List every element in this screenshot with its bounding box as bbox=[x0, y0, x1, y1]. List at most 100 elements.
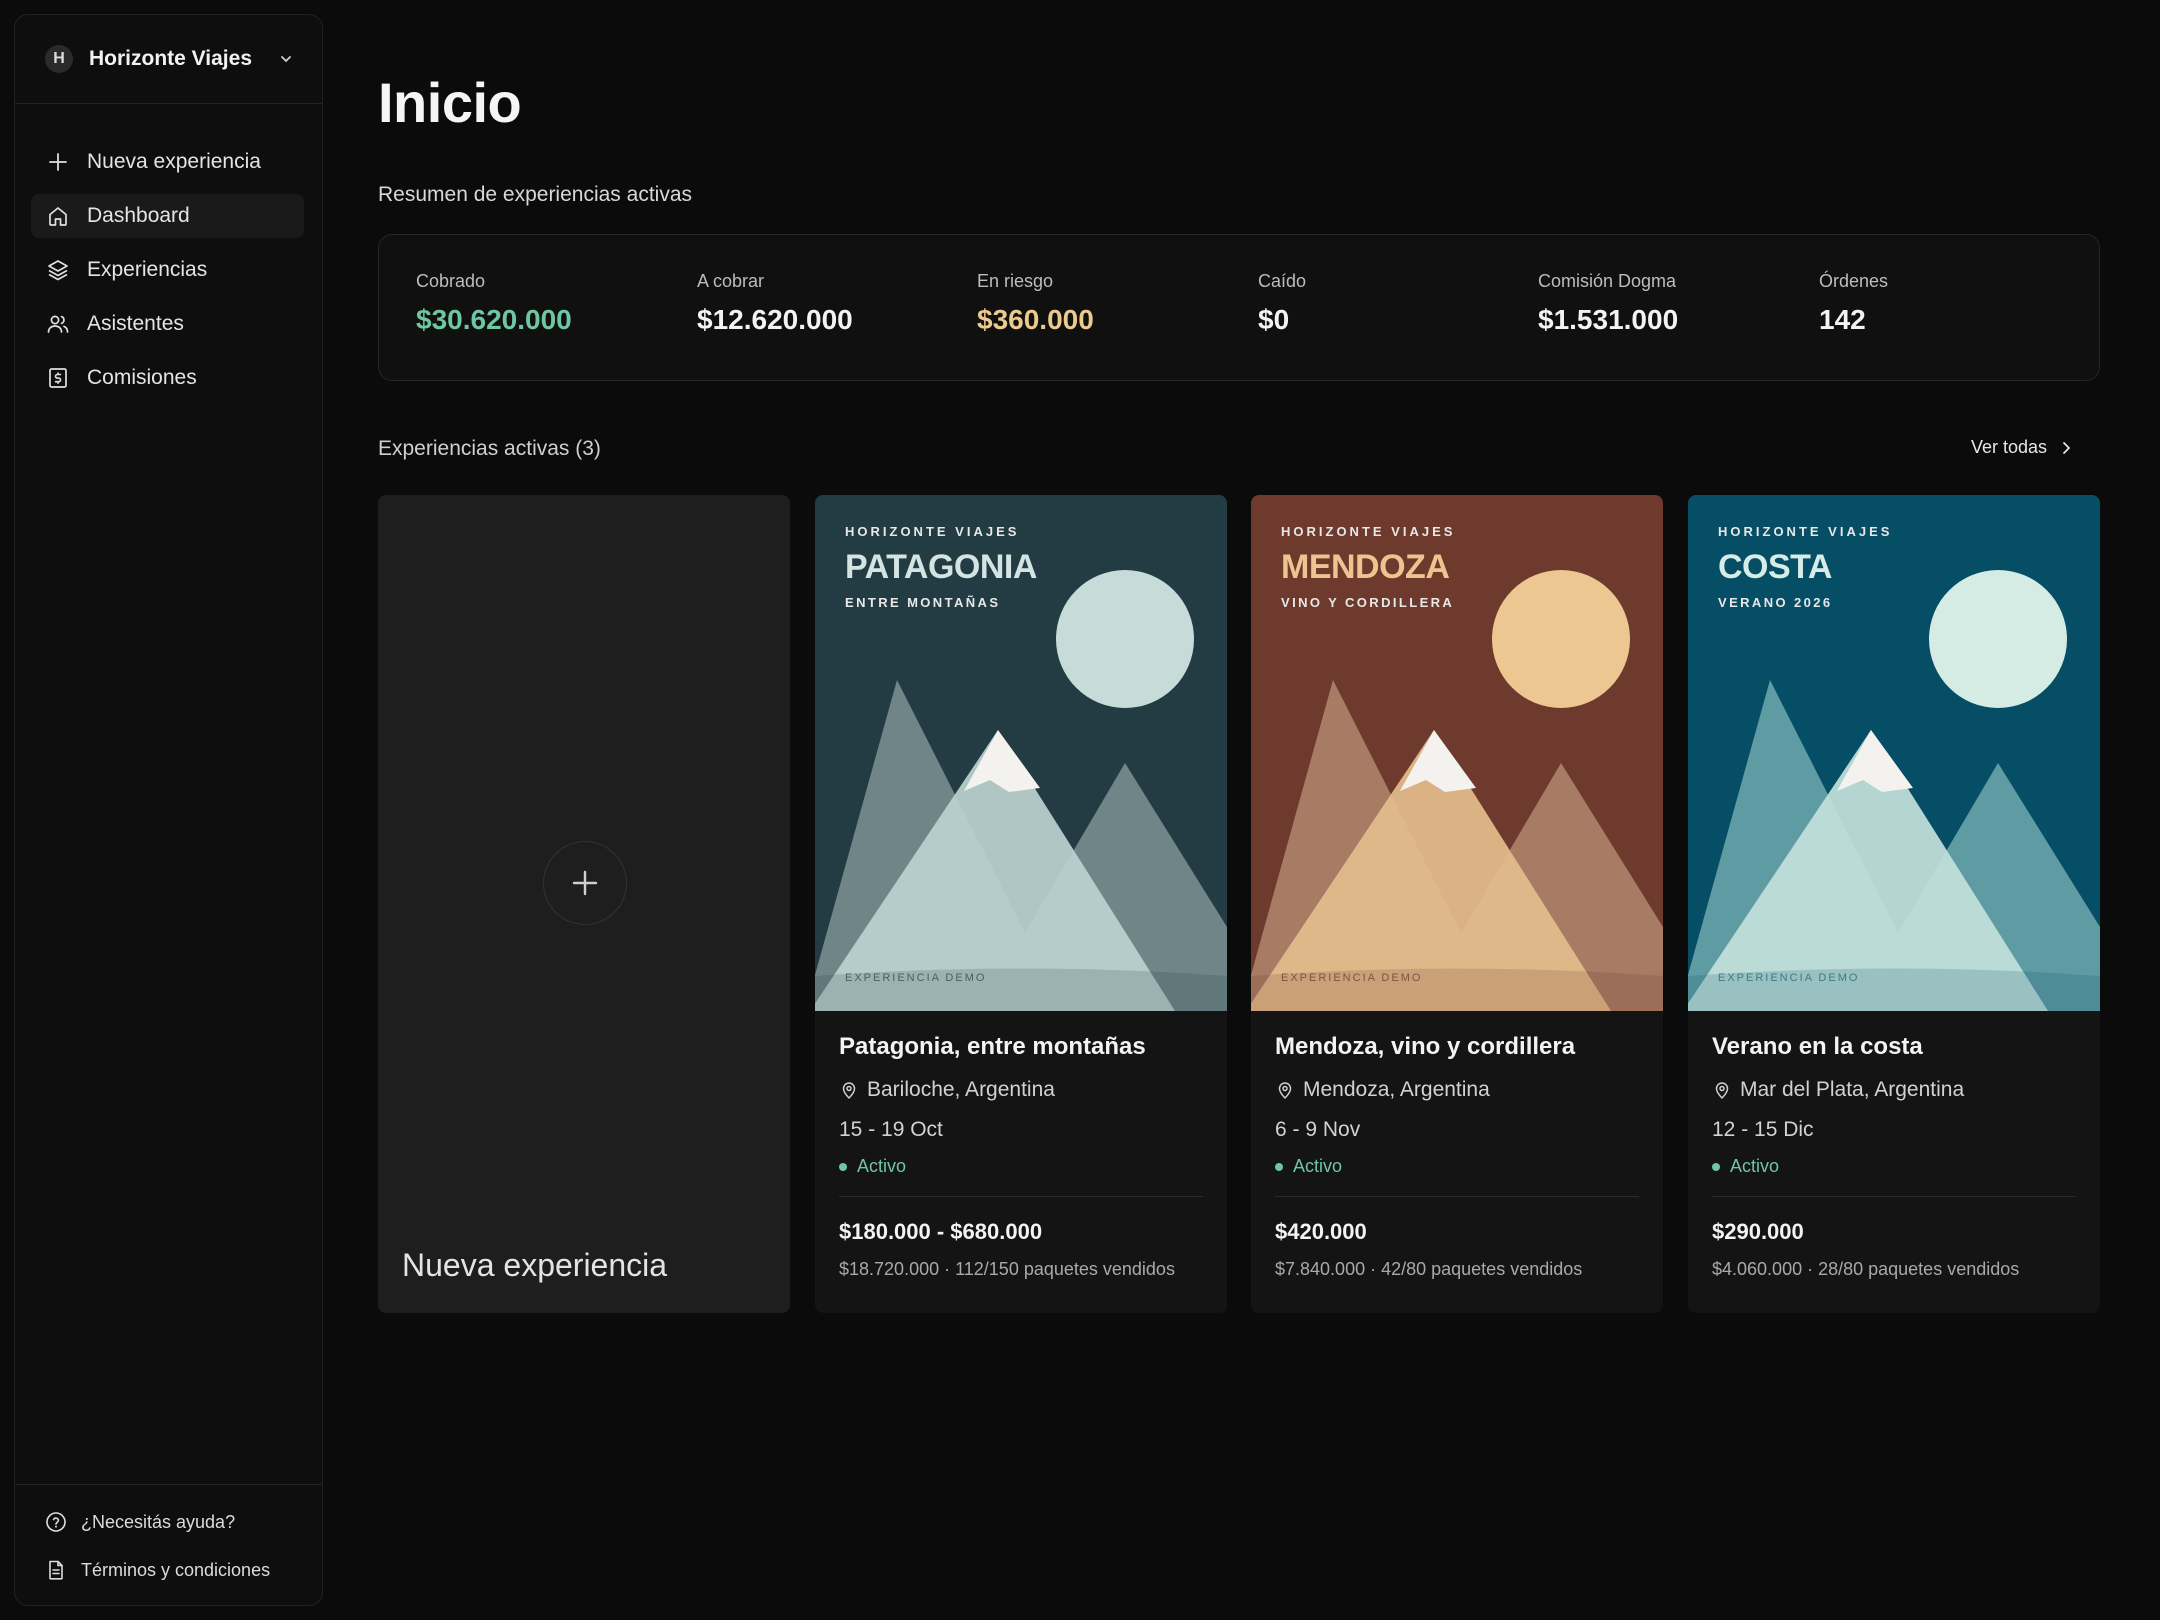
help-label: ¿Necesitás ayuda? bbox=[81, 1511, 236, 1532]
experience-dates: 12 - 15 Dic bbox=[1712, 1118, 1814, 1141]
poster-title: COSTA bbox=[1718, 548, 1832, 586]
terms-link[interactable]: Términos y condiciones bbox=[45, 1557, 322, 1583]
nav-item-label: Asistentes bbox=[87, 312, 184, 335]
poster-brand: HORIZONTE VIAJES bbox=[845, 524, 1020, 539]
status-text: Activo bbox=[1293, 1156, 1343, 1176]
card-body: Patagonia, entre montañas Bariloche, Arg… bbox=[815, 1011, 1227, 1280]
poster-demo-label: EXPERIENCIA DEMO bbox=[1718, 972, 1860, 984]
stat-label: A cobrar bbox=[697, 271, 765, 291]
experience-price: $290.000 bbox=[1712, 1219, 1804, 1244]
help-circle-icon bbox=[45, 1511, 67, 1533]
card-body: Mendoza, vino y cordillera Mendoza, Arge… bbox=[1251, 1011, 1663, 1280]
poster-title: PATAGONIA bbox=[845, 548, 1037, 586]
stat-value: $360.000 bbox=[977, 304, 1094, 335]
receipt-dollar-icon bbox=[45, 365, 71, 391]
experience-title: Mendoza, vino y cordillera bbox=[1275, 1033, 1576, 1060]
sidebar-footer: ¿Necesitás ayuda? Términos y condiciones bbox=[15, 1484, 322, 1605]
experience-card[interactable]: HORIZONTE VIAJES PATAGONIA ENTRE MONTAÑA… bbox=[815, 495, 1227, 1313]
stat-label: Caído bbox=[1258, 271, 1307, 291]
card-body: Verano en la costa Mar del Plata, Argent… bbox=[1688, 1011, 2100, 1280]
stat-a-cobrar: A cobrar $12.620.000 bbox=[697, 271, 853, 336]
status-dot bbox=[1275, 1162, 1283, 1171]
status-badge: Activo bbox=[839, 1156, 1203, 1177]
nav-item-label: Nueva experiencia bbox=[87, 150, 261, 173]
sidebar-nav: Nueva experiencia Dashboard Experiencias… bbox=[15, 104, 322, 400]
stat-label: Comisión Dogma bbox=[1538, 271, 1677, 291]
home-icon bbox=[45, 203, 71, 229]
experience-price: $420.000 bbox=[1275, 1219, 1367, 1244]
see-all-link[interactable]: Ver todas bbox=[1971, 437, 2073, 458]
nav-item-dashboard[interactable]: Dashboard bbox=[31, 194, 304, 238]
location-text: Bariloche, Argentina bbox=[867, 1078, 1055, 1101]
stats-panel: Cobrado $30.620.000 A cobrar $12.620.000… bbox=[378, 234, 2100, 381]
stat-label: Cobrado bbox=[416, 271, 486, 291]
plus-icon bbox=[45, 149, 71, 175]
location-text: Mendoza, Argentina bbox=[1303, 1078, 1490, 1101]
chevron-down-icon bbox=[278, 51, 294, 67]
map-pin-icon bbox=[839, 1080, 859, 1100]
see-all-label: Ver todas bbox=[1971, 437, 2048, 457]
stat-comision-dogma: Comisión Dogma $1.531.000 bbox=[1538, 271, 1678, 336]
nav-item-comisiones[interactable]: Comisiones bbox=[31, 356, 304, 400]
experience-card[interactable]: HORIZONTE VIAJES MENDOZA VINO Y CORDILLE… bbox=[1251, 495, 1663, 1313]
document-icon bbox=[45, 1559, 67, 1581]
new-experience-card[interactable]: Nueva experiencia bbox=[378, 495, 790, 1313]
experience-dates: 15 - 19 Oct bbox=[839, 1118, 943, 1141]
experience-sales: $4.060.000 · 28/80 paquetes vendidos bbox=[1712, 1259, 2020, 1279]
summary-title: Resumen de experiencias activas bbox=[378, 183, 692, 206]
terms-label: Términos y condiciones bbox=[81, 1559, 271, 1580]
nav-item-experiencias[interactable]: Experiencias bbox=[31, 248, 304, 292]
poster-subtitle: VERANO 2026 bbox=[1718, 595, 1833, 610]
divider bbox=[1712, 1196, 2076, 1197]
nav-item-asistentes[interactable]: Asistentes bbox=[31, 302, 304, 346]
poster-demo-label: EXPERIENCIA DEMO bbox=[1281, 972, 1423, 984]
nav-item-label: Experiencias bbox=[87, 258, 208, 281]
stat-value: $30.620.000 bbox=[416, 304, 572, 335]
status-dot bbox=[1712, 1162, 1720, 1171]
chevron-right-icon bbox=[2059, 440, 2073, 456]
experience-price: $180.000 - $680.000 bbox=[839, 1219, 1043, 1244]
experience-dates: 6 - 9 Nov bbox=[1275, 1118, 1361, 1141]
map-pin-icon bbox=[1275, 1080, 1295, 1100]
section-title: Experiencias activas (3) bbox=[378, 437, 601, 460]
nav-item-label: Dashboard bbox=[87, 204, 190, 227]
stat-ordenes: Órdenes 142 bbox=[1819, 271, 1888, 336]
stat-caido: Caído $0 bbox=[1258, 271, 1306, 336]
stat-value: $1.531.000 bbox=[1538, 304, 1679, 335]
experience-poster: HORIZONTE VIAJES PATAGONIA ENTRE MONTAÑA… bbox=[815, 495, 1227, 1011]
stat-value: $0 bbox=[1258, 304, 1290, 335]
layers-icon bbox=[45, 257, 71, 283]
status-badge: Activo bbox=[1275, 1156, 1639, 1177]
experience-location: Mar del Plata, Argentina bbox=[1712, 1078, 2076, 1102]
poster-title: MENDOZA bbox=[1281, 548, 1450, 586]
stat-label: En riesgo bbox=[977, 271, 1054, 291]
status-dot bbox=[839, 1162, 847, 1171]
poster-demo-label: EXPERIENCIA DEMO bbox=[845, 972, 987, 984]
org-name: Horizonte Viajes bbox=[89, 47, 252, 70]
nav-item-label: Comisiones bbox=[87, 366, 197, 389]
poster-brand: HORIZONTE VIAJES bbox=[1281, 524, 1456, 539]
experience-location: Mendoza, Argentina bbox=[1275, 1078, 1639, 1102]
experience-poster: HORIZONTE VIAJES MENDOZA VINO Y CORDILLE… bbox=[1251, 495, 1663, 1011]
sidebar: H Horizonte Viajes Nueva experiencia Das… bbox=[14, 14, 323, 1606]
help-link[interactable]: ¿Necesitás ayuda? bbox=[45, 1509, 322, 1535]
page-title: Inicio bbox=[378, 71, 522, 134]
stat-value: $12.620.000 bbox=[697, 304, 853, 335]
org-switcher[interactable]: H Horizonte Viajes bbox=[15, 15, 322, 104]
poster-subtitle: VINO Y CORDILLERA bbox=[1281, 595, 1455, 610]
divider bbox=[1275, 1196, 1639, 1197]
users-icon bbox=[45, 311, 71, 337]
poster-brand: HORIZONTE VIAJES bbox=[1718, 524, 1893, 539]
org-avatar: H bbox=[45, 45, 73, 73]
stat-value: 142 bbox=[1819, 304, 1866, 335]
status-badge: Activo bbox=[1712, 1156, 2076, 1177]
experience-title: Verano en la costa bbox=[1712, 1033, 1923, 1060]
nav-item-nueva-experiencia[interactable]: Nueva experiencia bbox=[31, 140, 304, 184]
experience-title: Patagonia, entre montañas bbox=[839, 1033, 1146, 1060]
experience-location: Bariloche, Argentina bbox=[839, 1078, 1203, 1102]
experience-poster: HORIZONTE VIAJES COSTA VERANO 2026 EXPER… bbox=[1688, 495, 2100, 1011]
stat-cobrado: Cobrado $30.620.000 bbox=[416, 271, 572, 336]
map-pin-icon bbox=[1712, 1080, 1732, 1100]
plus-icon bbox=[543, 841, 627, 925]
experience-card[interactable]: HORIZONTE VIAJES COSTA VERANO 2026 EXPER… bbox=[1688, 495, 2100, 1313]
